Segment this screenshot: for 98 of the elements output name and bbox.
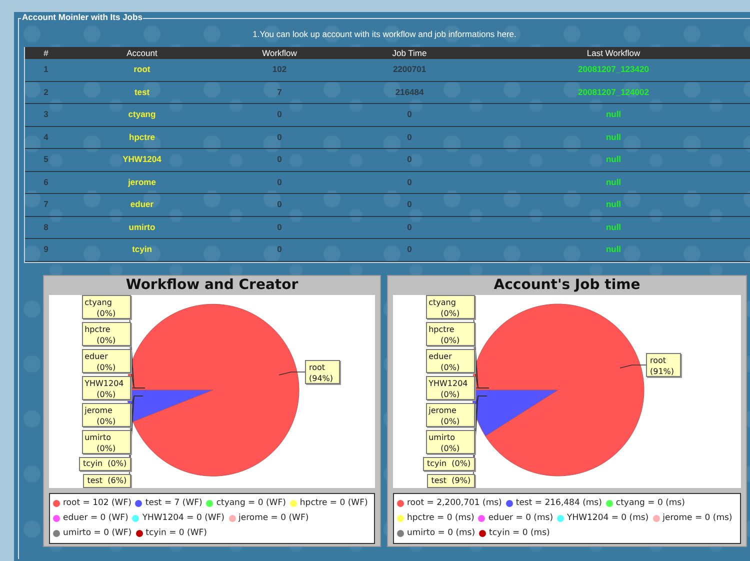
slice-label: ctyang (0%) [426,294,475,318]
table-cell: 4 [25,126,67,149]
chart-title: Workflow and Creator [124,276,300,294]
legend-label: tcyin = 0 (ms) [489,526,550,540]
table-cell: YHW1204 [67,149,217,172]
slice-label: tcyin (0%) [423,456,475,470]
table-cell: 5 [25,149,67,172]
legend-label: hpctre = 0 (WF) [300,496,368,510]
slice-label: tcyin (0%) [79,456,131,470]
table-cell: 0 [217,149,342,172]
slice-label: ctyang (0%) [82,294,131,318]
legend-label: root = 102 (WF) [63,496,132,510]
legend-label: test = 7 (WF) [145,496,202,510]
table-cell: 6 [25,172,67,194]
table-cell: root [67,59,217,82]
column-header: Last Workflow [477,47,750,59]
table-cell: 102 [217,59,342,82]
table-cell: 0 [217,104,342,126]
instruction-text: 1.You can look up account with its workflow and job informations here. [252,28,518,41]
table-cell: 20081207_123420 [477,59,750,82]
slice-label: root (91%) [646,352,681,376]
legend-label: jerome [428,404,458,416]
slice-label: test (6%) [83,474,131,488]
table-cell: 3 [25,104,67,126]
legend-label: umirto = 0 (ms) [407,526,476,540]
legend-label: YHW1204 [84,378,125,388]
legend-label: eduer = 0 (WF) [63,512,128,524]
slice-label: jerome (0%) [426,402,475,426]
slice-label: eduer (0%) [426,348,475,372]
legend-label: YHW1204 [428,378,469,388]
table-cell: 0 [342,149,477,172]
slice-label: root [309,362,326,372]
table-cell: 7 [217,82,342,104]
table-cell: 0 [217,216,342,239]
legend-label: tcyin = 0 (WF) [146,526,207,540]
column-header: Workflow [217,47,342,59]
column-header: # [25,47,67,59]
legend-label: jerome = 0 (ms) [662,512,732,524]
legend-label: test = 216,484 (ms) [516,496,602,510]
legend-label: jerome = 0 (WF) [238,512,309,524]
slice-label: hpctre (0%) [82,322,131,346]
table-cell: null [477,172,750,194]
table-cell: tcyin [67,239,217,262]
table-cell: 0 [217,126,342,149]
table-cell: 2 [25,82,67,104]
table-cell: null [477,194,750,216]
table-cell: 216484 [342,82,477,104]
table-cell: eduer [67,194,217,216]
column-header: Job Time [342,47,477,59]
legend-label: ctyang = 0 (WF) [216,496,286,510]
table-cell: test [67,82,217,104]
table-cell: jerome [67,172,217,194]
column-header: Account [67,47,217,59]
table-cell: 0 [342,172,477,194]
legend-label: ctyang = 0 (ms) [616,496,685,510]
slice-label: eduer (0%) [82,348,131,372]
table-cell: null [477,216,750,239]
panel-title: Account Moinler with Its Jobs [21,12,144,22]
legend-label: umirto = 0 (WF) [63,526,132,540]
table-cell: 20081207_124002 [477,82,750,104]
table-cell: 0 [342,239,477,262]
table-cell: 0 [217,194,342,216]
table-cell: 0 [342,126,477,149]
legend-label: hpctre = 0 (ms) [407,512,474,524]
table-cell: 0 [217,172,342,194]
leader-line [620,364,646,368]
table-cell: hpctre [67,126,217,149]
slice-label: YHW1204 (0%) [426,376,475,400]
table-cell: null [477,126,750,149]
table-cell: 2200701 [342,59,477,82]
slice-label: umirto (0%) [82,430,131,454]
table-cell: null [477,104,750,126]
table-cell: ctyang [67,104,217,126]
legend-label: eduer = 0 (ms) [488,512,554,524]
slice-label: YHW1204 (0%) [82,376,131,400]
table-cell: 8 [25,216,67,239]
legend-label: YHW1204 = 0 (WF) [142,512,224,524]
legend-label: jerome [84,404,114,416]
table-cell: umirto [67,216,217,239]
table-cell: 1 [25,59,67,82]
table-cell: 0 [342,216,477,239]
slice-label: umirto (0%) [426,430,475,454]
slice-label: jerome (0%) [82,402,131,426]
slice-label: root [650,354,668,366]
chart-title: Account's Job time [492,276,642,294]
table-cell: 0 [342,104,477,126]
slice-label: root (94%) [305,360,340,384]
table-cell: null [477,149,750,172]
leader-line [278,371,306,375]
table-cell: 0 [217,239,342,262]
legend-label: root = 2,200,701 (ms) [407,496,502,510]
legend-label: YHW1204 = 0 (ms) [567,512,649,524]
slice-label: hpctre (0%) [426,322,475,346]
slice-label: test (9%) [427,474,475,488]
table-cell: 9 [25,239,67,262]
table-cell: 0 [342,194,477,216]
table-cell: 7 [25,194,67,216]
table-cell: null [477,239,750,262]
